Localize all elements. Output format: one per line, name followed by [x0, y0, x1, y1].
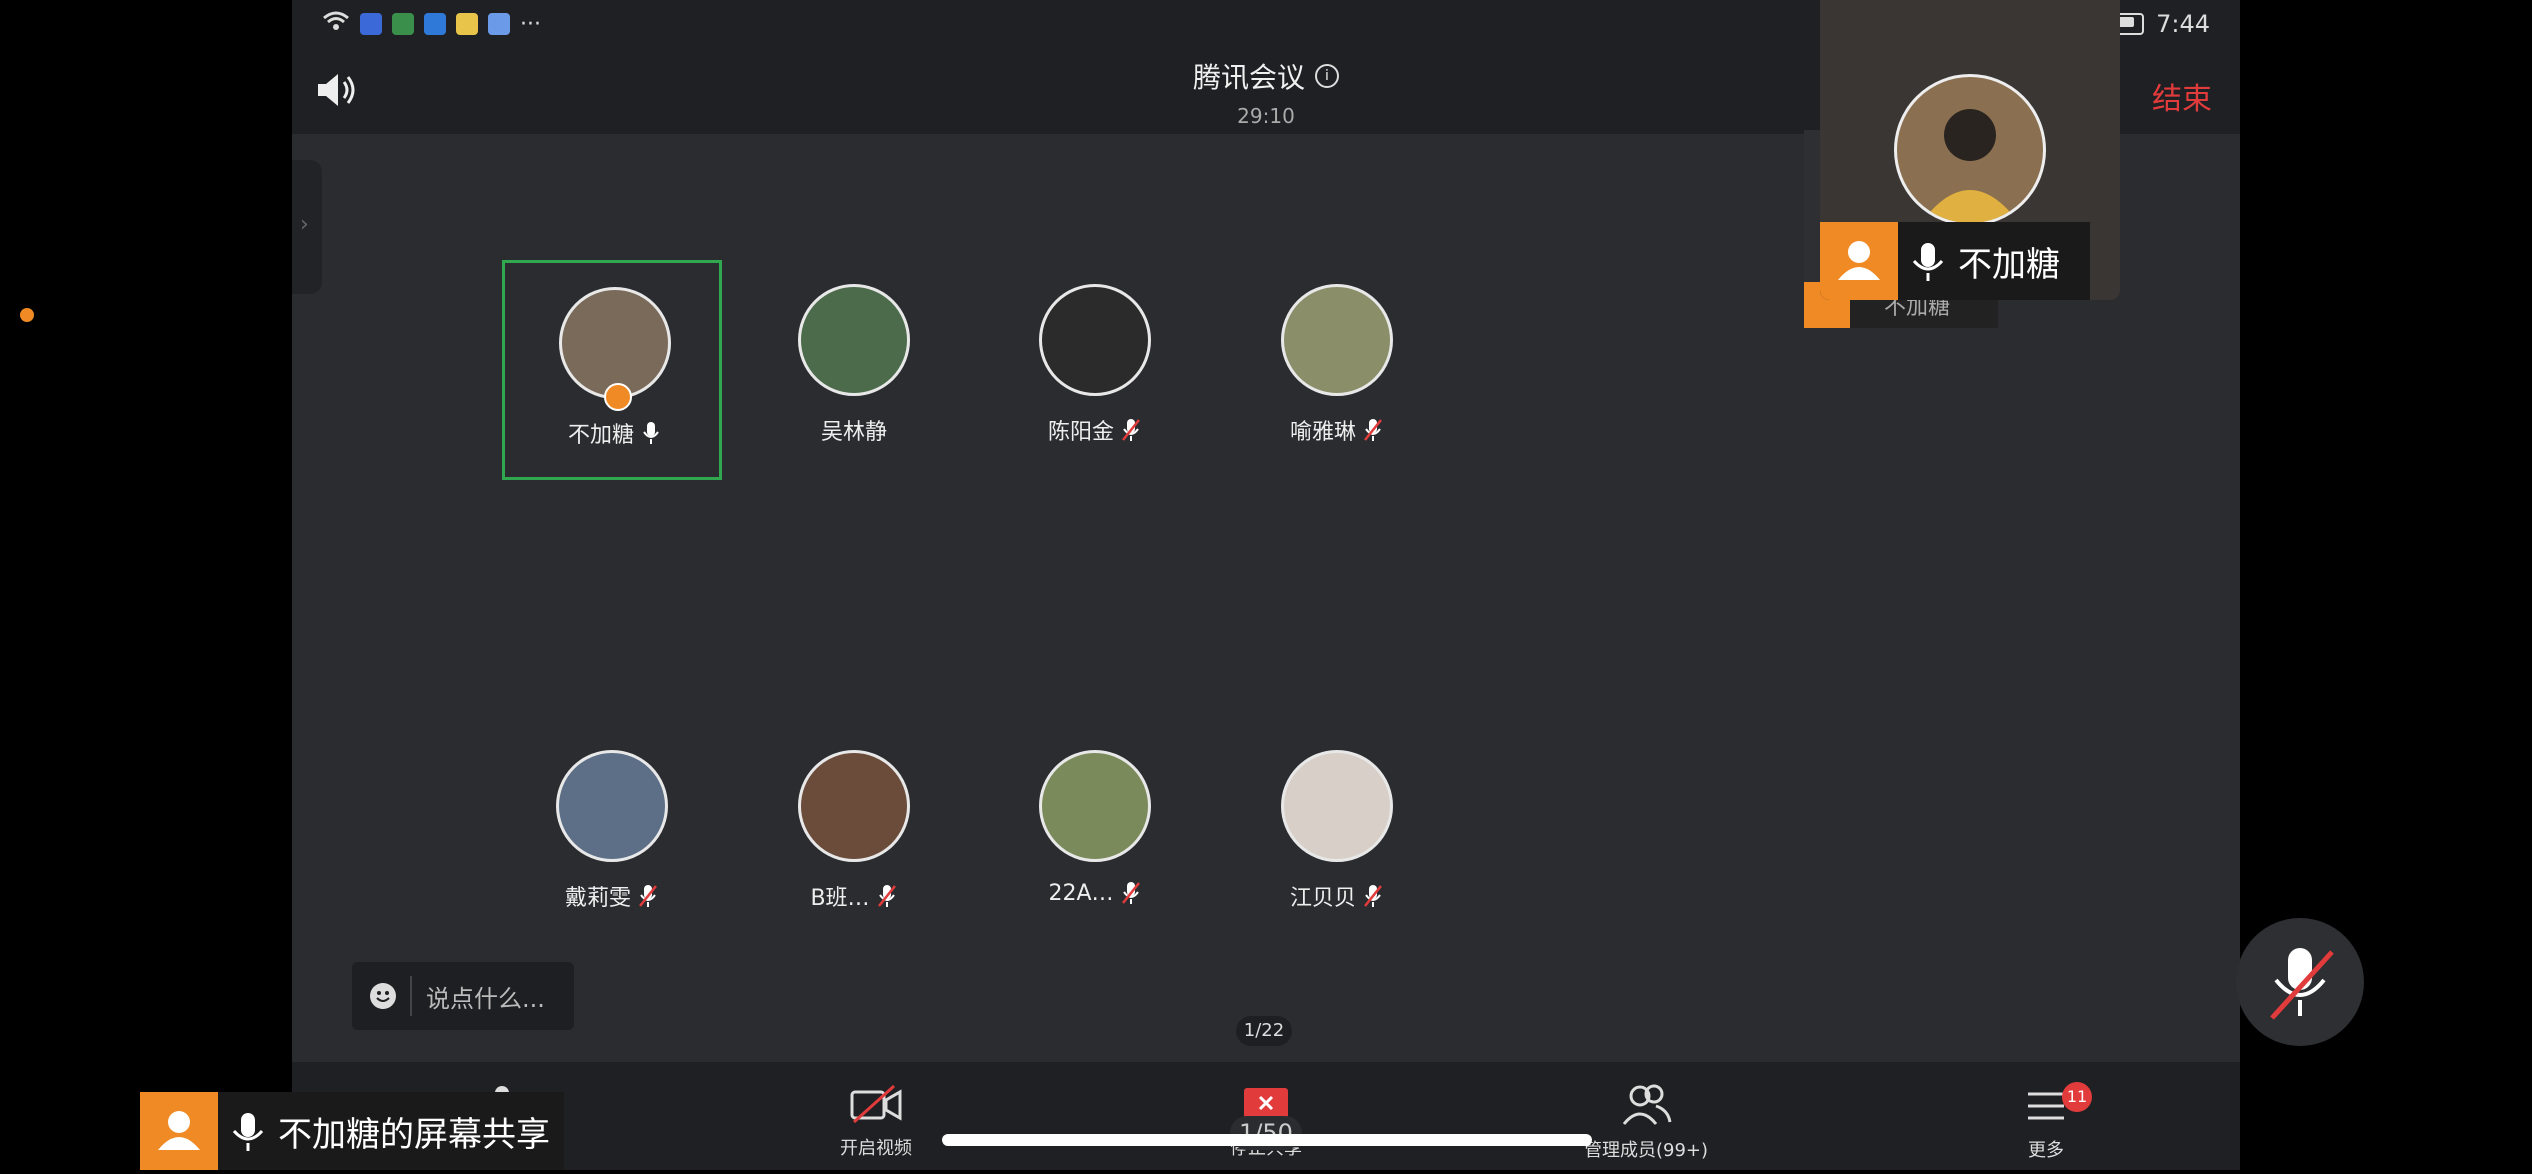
- app-icon: [360, 13, 382, 35]
- start-video-button[interactable]: 开启视频: [786, 1082, 966, 1160]
- mic-muted-icon: [1121, 882, 1140, 904]
- participant-name: 吴林静: [820, 420, 887, 445]
- participant-tile[interactable]: 喻雅琳: [1227, 260, 1447, 480]
- avatar: [798, 750, 910, 862]
- chat-placeholder: 说点什么...: [426, 984, 545, 1013]
- participant-name-row: 喻雅琳: [1227, 414, 1447, 446]
- side-panel-toggle[interactable]: ›: [292, 160, 322, 294]
- mic-icon: [643, 422, 659, 444]
- pip-name: 不加糖: [1958, 244, 2060, 285]
- info-icon[interactable]: i: [1315, 64, 1339, 88]
- participant-name: B班…: [810, 886, 870, 911]
- chevron-right-icon: ›: [300, 212, 309, 237]
- participant-name: 喻雅琳: [1289, 420, 1356, 445]
- status-dot: [20, 308, 34, 322]
- manage-members-button[interactable]: 管理成员(99+): [1556, 1082, 1736, 1162]
- avatar: [1039, 284, 1151, 396]
- participant-name-row: 戴莉雯: [502, 880, 722, 912]
- participant-name-row: 不加糖: [505, 417, 725, 449]
- video-off-icon: [850, 1084, 902, 1124]
- mic-muted-icon: [1122, 419, 1140, 441]
- meeting-title: 腾讯会议: [1192, 61, 1305, 94]
- user-icon: [1820, 222, 1898, 300]
- emoji-icon[interactable]: [370, 983, 396, 1009]
- participant-name-row: 江贝贝: [1227, 880, 1447, 912]
- end-meeting-button[interactable]: 结束: [2152, 74, 2212, 118]
- participant-name-row: 22A…: [985, 880, 1205, 906]
- members-label: 管理成员(99+): [1583, 1140, 1709, 1161]
- status-icons: ···: [322, 10, 541, 38]
- more-label: 更多: [2028, 1140, 2064, 1161]
- user-icon: [140, 1092, 218, 1170]
- members-icon: [1622, 1084, 1672, 1125]
- mic-icon: [1912, 243, 1944, 281]
- participant-tile[interactable]: 吴林静: [744, 260, 964, 480]
- shield-icon: [424, 13, 446, 35]
- notification-icon: [456, 13, 478, 35]
- mute-fab-button[interactable]: [2236, 918, 2364, 1046]
- participant-name: 不加糖: [567, 423, 634, 448]
- mic-icon: [232, 1113, 264, 1151]
- wifi-icon: [322, 10, 350, 38]
- floating-video-window[interactable]: 不加糖: [1820, 0, 2120, 300]
- participant-name: 戴莉雯: [564, 886, 631, 911]
- page-indicator: 1/22: [1236, 1016, 1292, 1046]
- pip-label: 不加糖: [1820, 222, 2090, 300]
- mic-muted-icon: [877, 885, 896, 907]
- screen-share-label: 不加糖的屏幕共享: [140, 1092, 564, 1170]
- divider: [410, 976, 412, 1016]
- app-icon: [488, 13, 510, 35]
- participant-tile[interactable]: 江贝贝: [1227, 726, 1447, 946]
- host-badge-icon: [604, 383, 632, 411]
- avatar: [1281, 750, 1393, 862]
- bottom-toolbar: 静音 开启视频 停止共享 管理成员(99+) 更多 11 1/50: [292, 1062, 2240, 1170]
- chat-input[interactable]: 说点什么...: [352, 962, 574, 1030]
- participant-name: 江贝贝: [1289, 886, 1356, 911]
- participant-name: 22A…: [1048, 880, 1114, 906]
- avatar: [1039, 750, 1151, 862]
- participant-tile[interactable]: 陈阳金: [985, 260, 1205, 480]
- participant-name-row: 吴林静: [744, 414, 964, 446]
- participant-name: 陈阳金: [1047, 420, 1114, 445]
- more-badge: 11: [2062, 1082, 2092, 1112]
- menu-icon: [2028, 1092, 2064, 1120]
- avatar: [1281, 284, 1393, 396]
- participant-tile[interactable]: 不加糖: [502, 260, 722, 480]
- participant-name-row: B班…: [744, 880, 964, 912]
- avatar: [798, 284, 910, 396]
- video-label: 开启视频: [840, 1138, 912, 1159]
- more-button[interactable]: 更多 11: [1956, 1082, 2136, 1162]
- mic-muted-icon: [1364, 885, 1382, 907]
- pip-avatar: [1894, 74, 2046, 226]
- participant-name-row: 陈阳金: [985, 414, 1205, 446]
- participant-tile[interactable]: B班…: [744, 726, 964, 946]
- more-dots-icon: ···: [520, 11, 541, 37]
- share-name: 不加糖的屏幕共享: [278, 1114, 550, 1155]
- avatar: [556, 750, 668, 862]
- mic-muted-icon: [639, 885, 657, 907]
- lock-icon: [392, 13, 414, 35]
- participant-tile[interactable]: 戴莉雯: [502, 726, 722, 946]
- participant-tile[interactable]: 22A…: [985, 726, 1205, 946]
- mic-muted-icon: [2270, 948, 2334, 1020]
- clock: 7:44: [2156, 10, 2210, 38]
- mic-muted-icon: [1364, 419, 1382, 441]
- home-indicator[interactable]: [942, 1134, 1592, 1146]
